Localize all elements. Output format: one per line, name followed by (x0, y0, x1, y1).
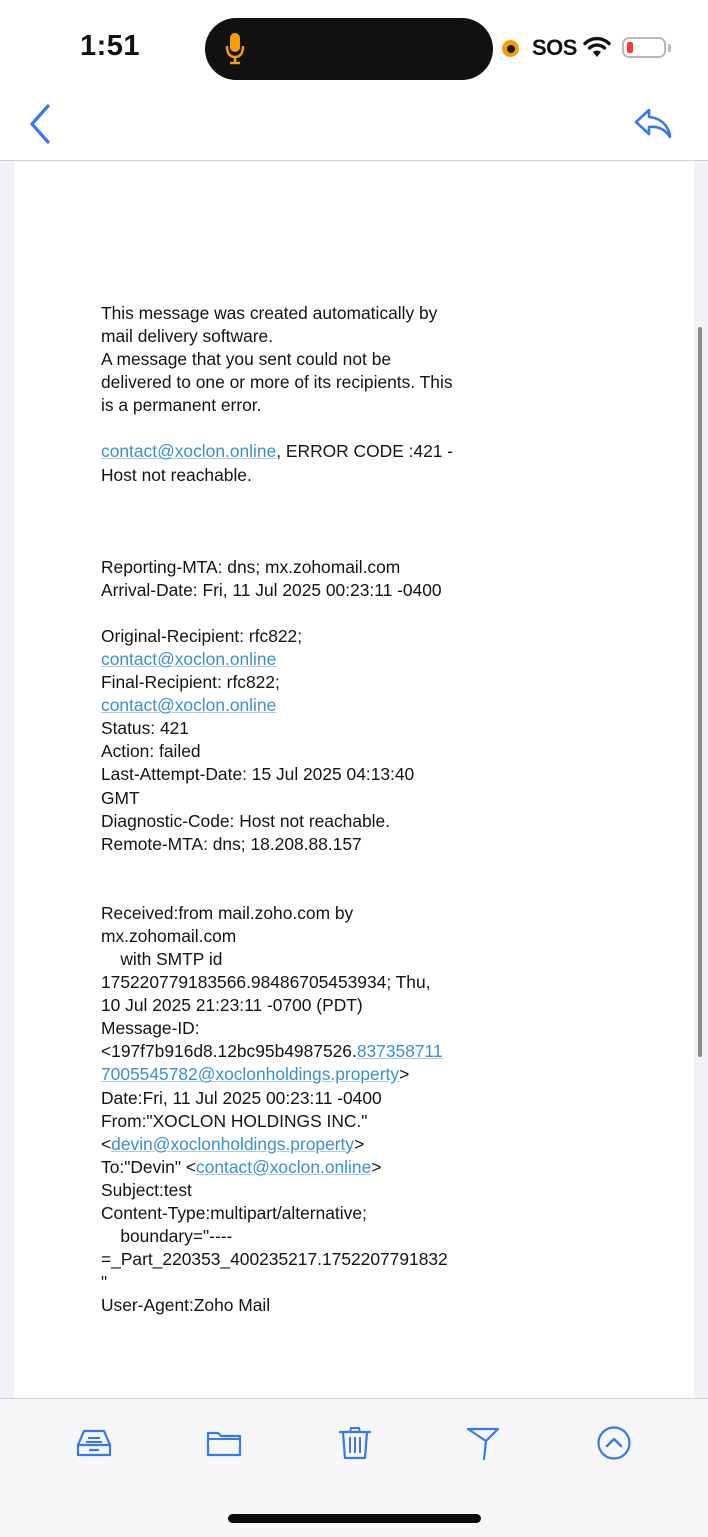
from-header: From:"XOCLON HOLDINGS INC." (101, 1110, 368, 1131)
move-to-folder-button[interactable] (204, 1425, 244, 1461)
header-line: boundary="---- (101, 1226, 233, 1247)
message-id-link[interactable]: 7005545782@xoclonholdings.property (101, 1064, 399, 1084)
to-email-link[interactable]: contact@xoclon.online (196, 1157, 371, 1177)
message-id-suffix: > (399, 1064, 410, 1085)
sos-label: SOS (532, 35, 577, 60)
chevron-left-icon (30, 104, 50, 144)
intro-line: This message was created automatically b… (101, 303, 438, 323)
header-line: " (101, 1272, 108, 1293)
header-line: Content-Type:multipart/alternative; (101, 1203, 367, 1223)
report-line: Arrival-Date: Fri, 11 Jul 2025 00:23:11 … (101, 579, 442, 600)
header-line: Received:from mail.zoho.com by (101, 902, 354, 923)
folder-icon (206, 1431, 242, 1457)
status-line: Remote-MTA: dns; 18.208.88.157 (101, 833, 362, 854)
to-close: > (371, 1156, 382, 1177)
home-indicator[interactable] (228, 1514, 481, 1523)
intro-line: A message that you sent could not be (101, 349, 392, 370)
flag-icon (466, 1427, 500, 1461)
reply-button[interactable] (632, 106, 674, 142)
recipient-email-link[interactable]: contact@xoclon.online (101, 441, 276, 461)
header-line: 175220779183566.98486705453934; Thu, (101, 972, 431, 993)
message-id-prefix: <197f7b916d8.12bc95b4987526. (101, 1041, 357, 1062)
message-area[interactable]: This message was created automatically b… (0, 161, 708, 1398)
header-line: Message-ID: (101, 1018, 200, 1039)
error-code-text: , ERROR CODE :421 - (276, 441, 454, 462)
final-recipient-line: Final-Recipient: rfc822; (101, 672, 280, 693)
header-line: =_Part_220353_400235217.1752207791832 (101, 1249, 448, 1270)
to-header-prefix: To:"Devin" < (101, 1156, 196, 1177)
back-button[interactable] (24, 102, 58, 146)
flag-button[interactable] (464, 1425, 504, 1461)
message-id-link[interactable]: 837358711 (357, 1041, 443, 1061)
scroll-indicator[interactable] (698, 327, 702, 1057)
trash-icon (338, 1427, 372, 1460)
date-header: Date:Fri, 11 Jul 2025 00:23:11 -0400 (101, 1087, 382, 1108)
original-recipient-line: Original-Recipient: rfc822; (101, 625, 303, 646)
message-body: This message was created automatically b… (101, 302, 501, 1317)
status-line: Diagnostic-Code: Host not reachable. (101, 810, 391, 831)
header-line: 10 Jul 2025 21:23:11 -0700 (PDT) (101, 995, 363, 1016)
final-recipient-link[interactable]: contact@xoclon.online (101, 695, 276, 715)
header-line: with SMTP id (101, 948, 223, 969)
archive-icon (76, 1429, 112, 1457)
status-time: 1:51 (80, 30, 141, 62)
header-line: mx.zohomail.com (101, 925, 237, 946)
status-line: Action: failed (101, 741, 201, 762)
intro-line: is a permanent error. (101, 395, 262, 416)
archive-button[interactable] (74, 1425, 114, 1461)
status-line: Status: 421 (101, 718, 189, 739)
intro-line: delivered to one or more of its recipien… (101, 372, 453, 393)
recording-indicator-icon (502, 40, 519, 57)
intro-line: mail delivery software. (101, 326, 274, 347)
status-line: GMT (101, 787, 140, 808)
status-line: Last-Attempt-Date: 15 Jul 2025 04:13:40 (101, 764, 415, 785)
battery-icon (622, 37, 671, 58)
reply-icon (634, 108, 672, 139)
error-description: Host not reachable. (101, 464, 252, 485)
wifi-icon (583, 36, 611, 57)
headers-paragraph: Received:from mail.zoho.com by mx.zohoma… (101, 902, 501, 1318)
from-open: < (101, 1133, 112, 1154)
more-actions-button[interactable] (595, 1425, 635, 1461)
from-close: > (354, 1133, 365, 1154)
sender-email-link[interactable]: devin@xoclonholdings.property (111, 1134, 354, 1154)
report-line: Reporting-MTA: dns; mx.zohomail.com (101, 556, 401, 577)
intro-paragraph: This message was created automatically b… (101, 302, 501, 417)
delete-button[interactable] (335, 1425, 375, 1461)
dynamic-island (205, 18, 493, 80)
header-line: Subject:test (101, 1179, 192, 1200)
recipient-paragraph: Original-Recipient: rfc822; contact@xocl… (101, 625, 501, 856)
microphone-icon (225, 33, 245, 65)
error-paragraph: contact@xoclon.online, ERROR CODE :421 -… (101, 440, 501, 486)
report-paragraph: Reporting-MTA: dns; mx.zohomail.com Arri… (101, 556, 501, 602)
header-line: User-Agent:Zoho Mail (101, 1295, 271, 1316)
original-recipient-link[interactable]: contact@xoclon.online (101, 649, 276, 669)
message-card: This message was created automatically b… (14, 161, 694, 1398)
more-icon (597, 1426, 631, 1460)
